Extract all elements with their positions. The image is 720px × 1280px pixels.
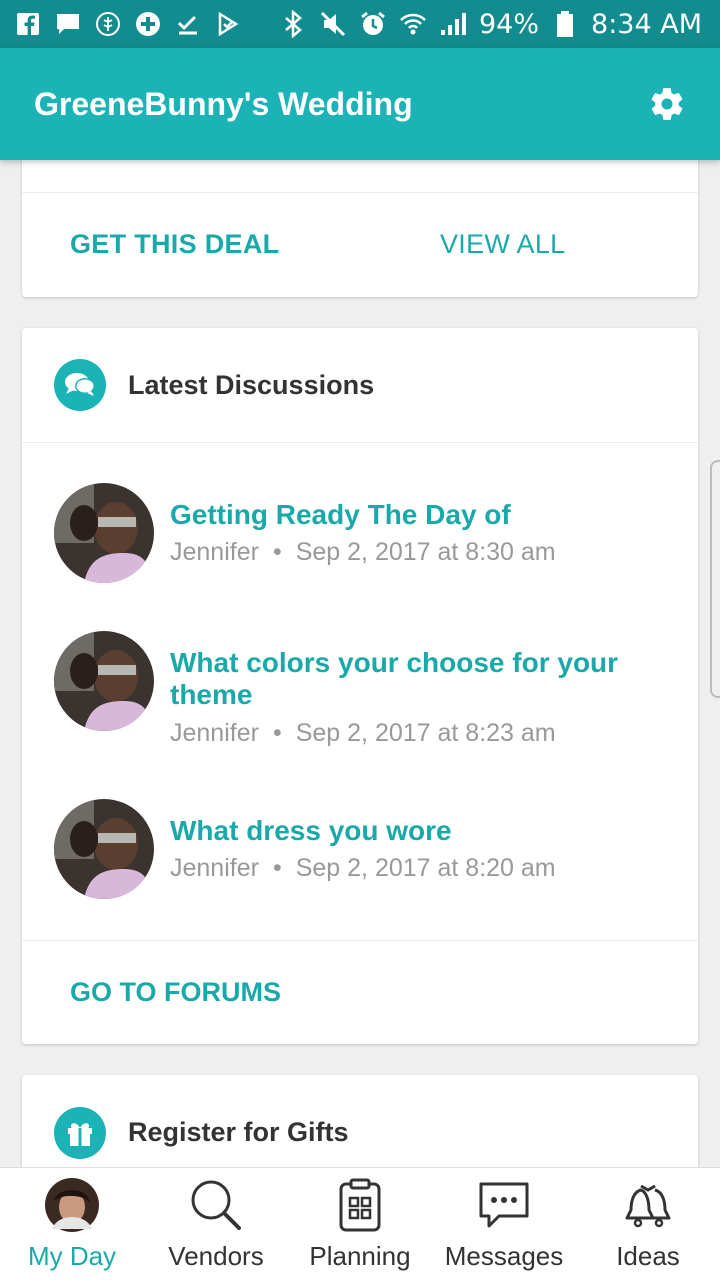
system-status: 94% 8:34 AM [279, 9, 702, 40]
avatar[interactable] [54, 799, 154, 899]
discussion-title[interactable]: What colors your choose for your theme [170, 647, 668, 711]
notification-icons [14, 10, 242, 38]
tab-planning[interactable]: Planning [288, 1168, 432, 1280]
gift-icon [54, 1106, 106, 1159]
signal-icon [439, 10, 467, 38]
card-header: Latest Discussions [22, 328, 698, 443]
mute-icon [319, 10, 347, 38]
author: Jennifer [170, 538, 259, 566]
chat-bubbles-icon [54, 359, 106, 411]
clock: 8:34 AM [591, 8, 702, 40]
battery-percent: 94% [479, 8, 540, 40]
tab-vendors[interactable]: Vendors [144, 1168, 288, 1280]
tab-label: Ideas [616, 1241, 680, 1271]
chat-icon [54, 10, 82, 38]
tab-my-day[interactable]: My Day [0, 1168, 144, 1280]
author: Jennifer [170, 854, 259, 882]
caduceus-icon [94, 10, 122, 38]
alarm-icon [359, 10, 387, 38]
bluetooth-icon [279, 10, 307, 38]
app-bar: GreeneBunny's Wedding [0, 48, 720, 160]
discussion-meta: Jennifer • Sep 2, 2017 at 8:23 am [170, 719, 556, 748]
plus-circle-icon [134, 10, 162, 38]
discussion-title[interactable]: Getting Ready The Day of [170, 499, 668, 531]
discussion-meta: Jennifer • Sep 2, 2017 at 8:20 am [170, 854, 556, 883]
tab-label: Messages [444, 1241, 564, 1271]
deal-actions: GET THIS DEAL VIEW ALL [22, 192, 698, 297]
tab-bar: My Day Vendors Planning Messages Ideas [0, 1167, 720, 1280]
author: Jennifer [170, 719, 259, 747]
go-to-forums-button[interactable]: GO TO FORUMS [70, 977, 281, 1008]
facebook-icon [14, 10, 42, 38]
timestamp: Sep 2, 2017 at 8:23 am [295, 719, 556, 747]
feed[interactable]: GET THIS DEAL VIEW ALL Latest Discussion… [0, 160, 720, 1167]
tab-ideas[interactable]: Ideas [576, 1168, 720, 1280]
gifts-card[interactable]: Register for Gifts [22, 1075, 698, 1167]
discussion-meta: Jennifer • Sep 2, 2017 at 8:30 am [170, 538, 556, 567]
status-bar: 94% 8:34 AM [0, 0, 720, 48]
view-all-button[interactable]: VIEW ALL [440, 229, 565, 260]
tab-label: Planning [309, 1241, 411, 1271]
scrollbar[interactable] [710, 460, 720, 698]
flag-check-icon [214, 10, 242, 38]
wifi-icon [399, 10, 427, 38]
page-title: GreeneBunny's Wedding [34, 85, 413, 122]
checklist-icon [174, 10, 202, 38]
deal-card: GET THIS DEAL VIEW ALL [22, 160, 698, 297]
message-icon [476, 1177, 532, 1233]
timestamp: Sep 2, 2017 at 8:30 am [295, 538, 556, 566]
avatar[interactable] [54, 483, 154, 583]
discussions-card: Latest Discussions Getting Ready The Day… [22, 328, 698, 1044]
card-title: Register for Gifts [128, 1117, 349, 1147]
gear-icon[interactable] [648, 85, 686, 123]
separator: • [272, 854, 282, 882]
avatar[interactable] [54, 631, 154, 731]
card-title: Latest Discussions [128, 369, 375, 400]
get-this-deal-button[interactable]: GET THIS DEAL [70, 229, 279, 260]
separator: • [272, 719, 282, 747]
card-footer: GO TO FORUMS [22, 940, 698, 1044]
separator: • [272, 538, 282, 566]
tab-messages[interactable]: Messages [432, 1168, 576, 1280]
search-icon [188, 1177, 244, 1233]
clipboard-icon [332, 1177, 388, 1233]
tab-label: Vendors [168, 1241, 264, 1271]
avatar-icon [44, 1177, 100, 1233]
timestamp: Sep 2, 2017 at 8:20 am [295, 854, 556, 882]
tab-label: My Day [27, 1241, 117, 1271]
card-header: Register for Gifts [22, 1075, 698, 1167]
discussion-title[interactable]: What dress you wore [170, 815, 668, 847]
bells-icon [620, 1177, 676, 1233]
battery-icon [551, 10, 579, 38]
